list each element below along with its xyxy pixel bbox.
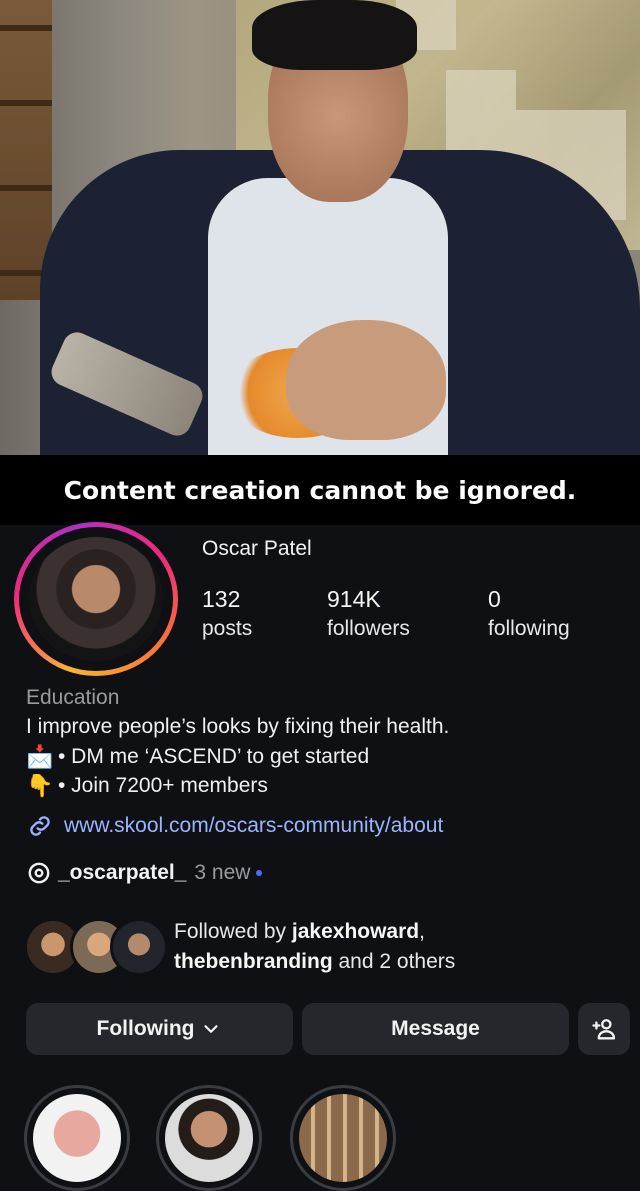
threads-new-count: 3 new (194, 861, 251, 884)
stat-posts-label: posts (202, 617, 253, 640)
followed-by-suffix: and 2 others (332, 950, 456, 973)
followed-by-user-2[interactable]: thebenbranding (174, 950, 333, 973)
profile-bio: I improve people’s looks by fixing their… (26, 715, 450, 738)
envelope-icon: 📩 (26, 744, 54, 769)
video-caption-bar: Content creation cannot be ignored. (0, 455, 640, 525)
threads-icon (28, 862, 50, 884)
avatar-image (29, 537, 163, 661)
followed-by-text[interactable]: Followed by jakexhoward, thebenbranding … (174, 917, 455, 977)
video-frame[interactable] (0, 0, 640, 455)
message-button[interactable]: Message (302, 1003, 569, 1055)
stat-posts[interactable]: 132 posts (202, 586, 252, 641)
stat-following-label: following (488, 617, 570, 640)
chevron-down-icon (204, 1025, 219, 1033)
stat-posts-value: 132 (202, 586, 241, 612)
story-highlight[interactable] (24, 1085, 130, 1191)
link-icon (30, 816, 50, 836)
following-button-label: Following (96, 1017, 195, 1040)
video-caption: Content creation cannot be ignored. (63, 475, 577, 505)
threads-handle: _oscarpatel_ (58, 861, 187, 884)
stat-followers-label: followers (327, 617, 410, 640)
person-hair (252, 0, 417, 70)
profile-category: Education (26, 686, 120, 709)
followed-by-separator: , (419, 920, 425, 943)
message-button-label: Message (391, 1017, 480, 1040)
followed-by-user-1[interactable]: jakexhoward (292, 920, 419, 943)
bio-line-dm: 📩 • DM me ‘ASCEND’ to get started (26, 744, 369, 770)
story-highlight[interactable] (156, 1085, 262, 1191)
pointing-down-icon: 👇 (26, 773, 54, 798)
bio-line-text: • DM me ‘ASCEND’ to get started (58, 745, 370, 768)
stat-following-value: 0 (488, 586, 501, 612)
profile-avatar[interactable] (14, 522, 178, 676)
profile-link[interactable]: www.skool.com/oscars-community/about (26, 812, 443, 840)
following-button[interactable]: Following (26, 1003, 293, 1055)
stat-followers[interactable]: 914K followers (327, 586, 410, 641)
bio-line-text: • Join 7200+ members (58, 774, 268, 797)
stat-following[interactable]: 0 following (488, 586, 570, 641)
follower-avatar[interactable] (110, 918, 168, 976)
profile-name: Oscar Patel (202, 537, 312, 560)
add-person-icon (592, 1019, 616, 1040)
profile-link-text: www.skool.com/oscars-community/about (64, 814, 444, 837)
story-highlight[interactable] (290, 1085, 396, 1191)
person-hand (286, 320, 446, 440)
followed-by-prefix: Followed by (174, 920, 292, 943)
new-indicator-dot (256, 870, 263, 876)
stat-followers-value: 914K (327, 586, 381, 612)
bio-line-join: 👇 • Join 7200+ members (26, 773, 268, 799)
threads-badge[interactable]: _oscarpatel_ 3 new (26, 860, 263, 886)
add-person-button[interactable] (578, 1003, 630, 1055)
